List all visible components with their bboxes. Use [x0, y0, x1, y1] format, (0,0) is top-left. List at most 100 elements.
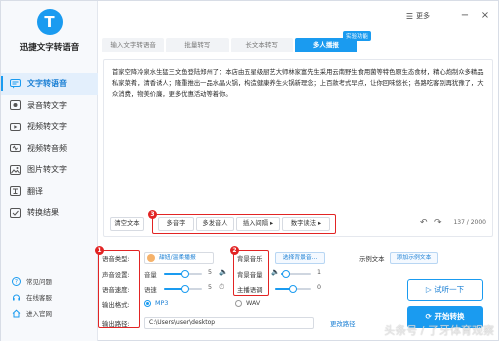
speed-knob[interactable]: [180, 285, 189, 293]
number-reading-button[interactable]: 数字读法 ▸: [282, 217, 330, 231]
bg-volume-label: 背景音量: [237, 271, 263, 279]
voice-type-selector[interactable]: 甜妞/温柔播报: [144, 252, 214, 264]
sidebar-item-label: 视频转文字: [27, 122, 67, 132]
format-wav-radio[interactable]: [235, 300, 242, 307]
host-tone-label: 主播语调: [237, 286, 263, 294]
sidebar-item-results[interactable]: 转换结果: [1, 202, 98, 224]
experimental-badge: 实验功能: [343, 31, 372, 41]
result-icon: [9, 207, 21, 218]
change-path-link[interactable]: 更改路径: [330, 319, 356, 328]
app-window: T 迅捷文字转语音 文字转语音 录音转文字 视频转文字 视频转音频 图片转文字 …: [0, 0, 499, 341]
question-icon: ?: [11, 276, 21, 287]
service-icon: [11, 292, 21, 303]
bg-volume-slider[interactable]: [281, 270, 311, 278]
tab-text-to-speech[interactable]: 输入文字转语音: [102, 38, 165, 52]
host-tone-knob[interactable]: [289, 285, 297, 293]
tab-batch[interactable]: 批量转写: [166, 38, 229, 52]
faq-link[interactable]: ? 常见问题: [1, 273, 98, 289]
format-mp3-label: MP3: [155, 299, 169, 307]
sidebar-item-video-to-audio[interactable]: 视频转音频: [1, 138, 98, 160]
multi-speaker-label: 多发音人: [202, 220, 228, 227]
video-icon: [9, 121, 21, 132]
more-menu-button[interactable]: ☰ 更多: [406, 11, 430, 21]
editor-toolbar: 清空文本 3 多音字 多发音人 插入间隔 ▸ 数字读法 ▸ ↶ ↷ 137 / …: [104, 210, 492, 236]
sidebar-item-label: 文字转语音: [27, 79, 67, 89]
choose-bg-music-button[interactable]: 选择背景音...: [275, 252, 325, 264]
speed-slider[interactable]: [164, 285, 202, 293]
svg-text:?: ?: [14, 278, 17, 285]
speech-icon: [9, 78, 21, 89]
app-name: 迅捷文字转语音: [19, 43, 80, 53]
callout-badge-3: 3: [148, 210, 157, 219]
menu-icon: ☰: [405, 11, 413, 21]
official-site-link[interactable]: 进入官网: [1, 305, 98, 321]
undo-icon[interactable]: ↶: [420, 218, 428, 228]
sidebar-bottom-links: ? 常见问题 在线客服 进入官网: [1, 273, 98, 321]
voice-type-label: 语音类型:: [102, 255, 130, 263]
sidebar-item-label: 视频转音频: [27, 143, 67, 153]
redo-icon[interactable]: ↷: [434, 218, 442, 228]
sidebar: T 迅捷文字转语音 文字转语音 录音转文字 视频转文字 视频转音频 图片转文字 …: [1, 1, 98, 341]
play-icon: ▷: [425, 285, 435, 294]
image-icon: [9, 164, 21, 175]
bg-music-label: 背景音乐: [237, 255, 263, 263]
convert-label: 开始转换: [434, 312, 465, 321]
sidebar-item-translate[interactable]: 翻译: [1, 181, 98, 203]
sidebar-item-label: 录音转文字: [27, 100, 67, 110]
text-editor[interactable]: 首家空降冷泉水生猛三文鱼登陆郑州了：本店由五星级厨艺大师林家富先生采用云南野生食…: [103, 59, 493, 237]
official-site-label: 进入官网: [26, 310, 52, 318]
speed-value: 5: [208, 284, 213, 291]
close-button[interactable]: ×: [478, 9, 492, 23]
sidebar-nav: 文字转语音 录音转文字 视频转文字 视频转音频 图片转文字 翻译 转换结果: [1, 73, 98, 224]
tab-long-text[interactable]: 长文本转写: [230, 38, 293, 52]
polyphonic-button[interactable]: 多音字: [158, 217, 194, 231]
online-service-link[interactable]: 在线客服: [1, 289, 98, 305]
voice-chip-label: 甜妞/温柔播报: [159, 255, 196, 261]
number-reading-label: 数字读法: [290, 220, 316, 227]
app-logo-block: T 迅捷文字转语音: [1, 9, 98, 53]
polyphonic-label: 多音字: [166, 220, 186, 227]
char-count: 137 / 2000: [453, 219, 486, 226]
sidebar-item-image-to-text[interactable]: 图片转文字: [1, 159, 98, 181]
output-path-input[interactable]: C:\Users\user\desktop: [144, 317, 314, 329]
sidebar-item-text-to-speech[interactable]: 文字转语音: [1, 73, 98, 95]
volume-slider[interactable]: [164, 270, 202, 278]
minimize-button[interactable]: −: [458, 9, 472, 23]
faq-label: 常见问题: [26, 278, 52, 286]
watermark: 头条号 / 了牙体育观察: [384, 324, 494, 337]
format-wav-label: WAV: [246, 299, 261, 307]
host-tone-slider[interactable]: [275, 285, 311, 293]
volume-value: 5: [208, 269, 213, 276]
volume-label: 音量: [144, 271, 157, 279]
insert-pause-label: 插入间隔: [242, 220, 268, 227]
preview-button[interactable]: ▷ 试听一下: [407, 279, 483, 301]
mode-tabs: 输入文字转语音 批量转写 长文本转写 多人播报: [102, 38, 359, 52]
multi-speaker-button[interactable]: 多发音人: [196, 217, 234, 231]
volume-knob[interactable]: [180, 270, 189, 278]
sidebar-item-label: 翻译: [27, 186, 43, 196]
speech-speed-label: 语音速度:: [102, 286, 130, 294]
video-audio-icon: [9, 143, 21, 154]
avatar: [147, 254, 155, 262]
bg-volume-knob[interactable]: [281, 270, 290, 278]
format-mp3-radio[interactable]: [144, 300, 151, 307]
add-example-button[interactable]: 添加示例文本: [390, 252, 438, 264]
host-tone-value: 0: [317, 284, 322, 291]
speed-sub-label: 语速: [144, 286, 157, 294]
voice-setting-label: 声音设置:: [102, 271, 130, 279]
dropdown-arrow-icon: ▸: [318, 220, 322, 227]
app-logo-icon: T: [36, 9, 63, 35]
more-label: 更多: [416, 12, 430, 20]
sidebar-item-video-to-text[interactable]: 视频转文字: [1, 116, 98, 138]
online-service-label: 在线客服: [26, 294, 52, 302]
editor-text[interactable]: 首家空降冷泉水生猛三文鱼登陆郑州了：本店由五星级厨艺大师林家富先生采用云南野生食…: [112, 67, 484, 100]
insert-pause-button[interactable]: 插入间隔 ▸: [236, 217, 280, 231]
clear-text-button[interactable]: 清空文本: [110, 217, 144, 231]
dropdown-arrow-icon: ▸: [270, 220, 274, 227]
recorder-icon: [9, 100, 21, 111]
output-path-label: 输出路径:: [102, 320, 130, 328]
output-format-label: 输出格式:: [102, 301, 130, 309]
speaker-icon: 🔈: [219, 268, 228, 276]
sidebar-item-recording-to-text[interactable]: 录音转文字: [1, 95, 98, 117]
sidebar-item-label: 图片转文字: [27, 165, 67, 175]
